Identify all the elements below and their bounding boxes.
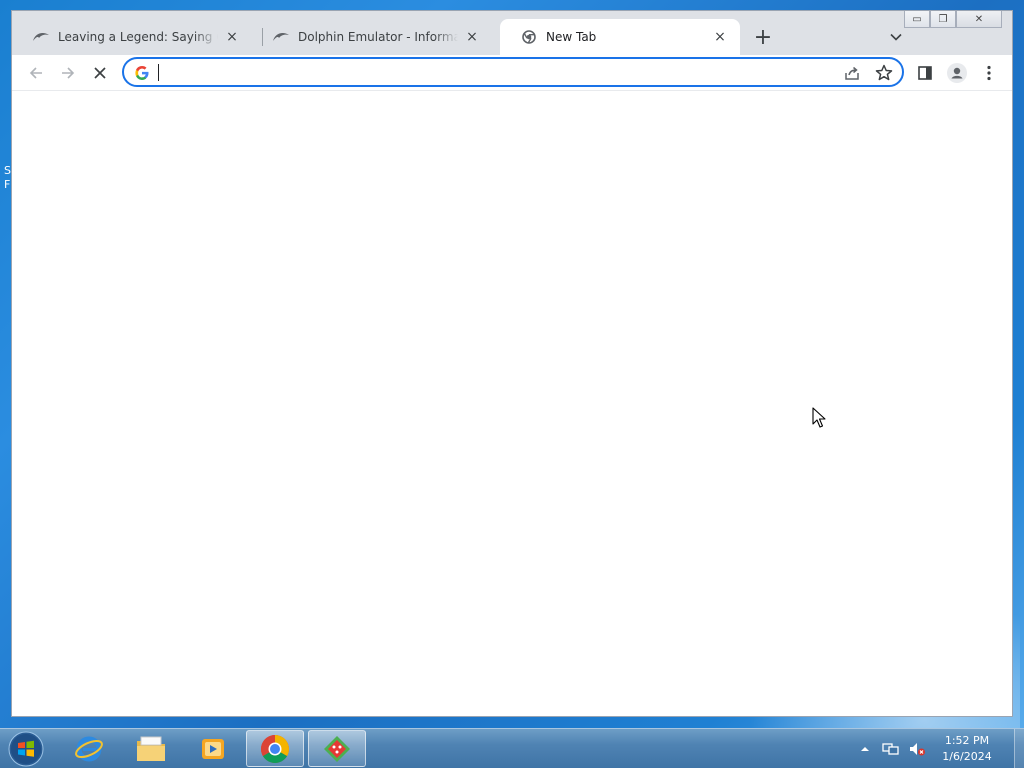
profile-button[interactable]: [945, 61, 969, 85]
taskbar-clock[interactable]: 1:52 PM 1/6/2024: [932, 733, 1002, 765]
close-icon[interactable]: ×: [710, 27, 730, 47]
side-panel-button[interactable]: [913, 61, 937, 85]
game-app-icon: [324, 735, 350, 762]
bookmark-star-icon[interactable]: [874, 63, 894, 83]
restore-button[interactable]: ❐: [930, 11, 956, 28]
chrome-icon: [261, 734, 289, 763]
tab-title: Leaving a Legend: Saying Goodbye: [58, 30, 218, 44]
back-arrow-icon: [29, 67, 42, 79]
taskbar-file-explorer[interactable]: [122, 730, 180, 767]
side-panel-icon: [918, 66, 932, 80]
clock-date: 1/6/2024: [942, 750, 992, 763]
internet-explorer-icon: [75, 736, 103, 761]
windows-logo-icon: [8, 731, 44, 767]
network-icon[interactable]: [880, 738, 902, 760]
mouse-cursor-icon: [812, 407, 826, 428]
dolphin-icon: [272, 28, 290, 46]
tab-dolphin-emulator[interactable]: Dolphin Emulator - Information on ×: [252, 19, 492, 55]
start-button[interactable]: [6, 730, 46, 768]
minimize-button[interactable]: ▭: [904, 11, 930, 28]
clock-time: 1:52 PM: [944, 734, 990, 747]
close-icon: [94, 67, 106, 79]
tab-strip: Leaving a Legend: Saying Goodbye × Dolph…: [12, 11, 1012, 55]
stop-loading-button[interactable]: [86, 59, 114, 87]
chrome-icon: [520, 28, 538, 46]
window-controls: ▭ ❐ ✕: [904, 11, 1002, 29]
menu-button[interactable]: [977, 61, 1001, 85]
taskbar-chrome[interactable]: [246, 730, 304, 767]
page-content[interactable]: [12, 90, 1012, 716]
share-icon[interactable]: [842, 63, 862, 83]
media-player-icon: [202, 738, 224, 759]
new-tab-button[interactable]: +: [750, 24, 776, 50]
close-icon[interactable]: ×: [462, 27, 482, 47]
forward-button[interactable]: [54, 59, 82, 87]
show-hidden-icons-icon[interactable]: [854, 738, 876, 760]
close-window-button[interactable]: ✕: [956, 11, 1002, 28]
taskbar: 1:52 PM 1/6/2024: [0, 728, 1024, 768]
taskbar-game-app[interactable]: [308, 730, 366, 767]
google-icon: [135, 66, 149, 80]
tab-title: Dolphin Emulator - Information on: [298, 30, 458, 44]
file-explorer-icon: [137, 736, 165, 761]
volume-muted-icon[interactable]: [906, 738, 928, 760]
browser-toolbar: [12, 55, 1012, 90]
back-button[interactable]: [22, 59, 50, 87]
text-caret: [158, 64, 159, 81]
show-desktop-button[interactable]: [1014, 729, 1024, 768]
address-bar[interactable]: [122, 57, 904, 87]
avatar-icon: [947, 63, 967, 83]
tab-leaving-a-legend[interactable]: Leaving a Legend: Saying Goodbye ×: [12, 19, 252, 55]
system-tray: 1:52 PM 1/6/2024: [854, 729, 1024, 768]
more-vertical-icon: [987, 65, 991, 81]
taskbar-internet-explorer[interactable]: [60, 730, 118, 767]
forward-arrow-icon: [62, 67, 75, 79]
taskbar-media-player[interactable]: [184, 730, 242, 767]
dolphin-icon: [32, 28, 50, 46]
tab-new-tab[interactable]: New Tab ×: [500, 19, 740, 55]
address-input[interactable]: [158, 62, 798, 82]
close-icon[interactable]: ×: [222, 27, 242, 47]
tab-title: New Tab: [546, 30, 597, 44]
browser-window: Leaving a Legend: Saying Goodbye × Dolph…: [11, 10, 1013, 717]
